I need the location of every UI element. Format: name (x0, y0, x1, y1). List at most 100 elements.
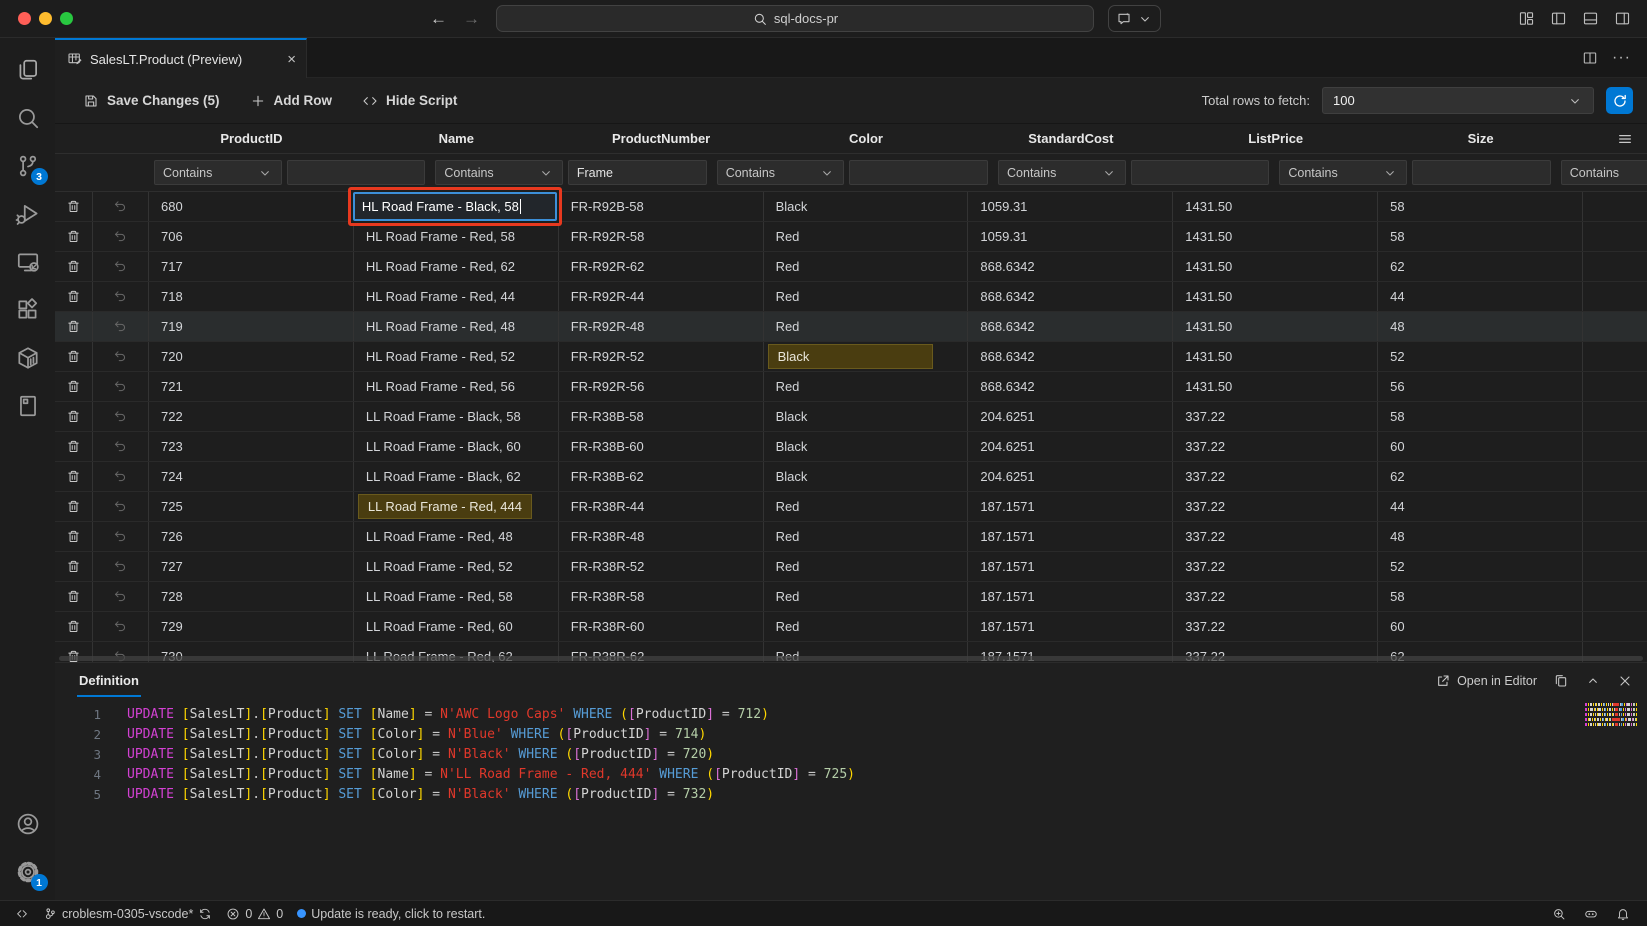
revert-row-button[interactable] (93, 282, 149, 311)
branch-indicator[interactable]: croblesm-0305-vscode* (36, 907, 219, 921)
traffic-lights[interactable] (18, 12, 73, 25)
forward-button[interactable]: → (463, 9, 480, 29)
grid-cell[interactable]: Red (764, 582, 969, 611)
grid-cell[interactable]: 717 (149, 252, 354, 281)
grid-cell[interactable]: 62 (1378, 462, 1583, 491)
grid-cell[interactable]: 706 (149, 222, 354, 251)
revert-row-button[interactable] (93, 492, 149, 521)
grid-cell[interactable]: 719 (149, 312, 354, 341)
grid-cell[interactable]: 204.6251 (968, 432, 1173, 461)
editor-actions-menu[interactable]: ··· (1612, 49, 1631, 67)
grid-cell[interactable]: FR-R38R-60 (559, 612, 764, 641)
revert-row-button[interactable] (93, 372, 149, 401)
grid-cell[interactable]: 58 (1378, 402, 1583, 431)
grid-cell[interactable]: Red (764, 522, 969, 551)
table-row[interactable]: 728LL Road Frame - Red, 58FR-R38R-58Red1… (55, 582, 1647, 612)
grid-cell[interactable]: HL Road Frame - Red, 58 (354, 222, 559, 251)
grid-cell[interactable]: 1431.50 (1173, 312, 1378, 341)
toggle-primary-sidebar-button[interactable] (1550, 10, 1567, 27)
grid-cell[interactable]: FR-R38B-62 (559, 462, 764, 491)
grid-cell[interactable]: 728 (149, 582, 354, 611)
delete-row-button[interactable] (55, 522, 93, 551)
minimap[interactable] (1585, 703, 1637, 726)
zoom-button[interactable] (1545, 907, 1573, 921)
horizontal-scrollbar[interactable] (59, 656, 1643, 661)
table-row[interactable]: 722LL Road Frame - Black, 58FR-R38B-58Bl… (55, 402, 1647, 432)
grid-cell[interactable]: 680 (149, 192, 354, 221)
grid-cell[interactable]: 52 (1378, 552, 1583, 581)
grid-cell[interactable]: FR-R38R-48 (559, 522, 764, 551)
grid-cell[interactable]: 718 (149, 282, 354, 311)
table-row[interactable]: 706HL Road Frame - Red, 58FR-R92R-58Red1… (55, 222, 1647, 252)
grid-cell[interactable]: FR-R38R-52 (559, 552, 764, 581)
sql-code[interactable]: 1UPDATE [SalesLT].[Product] SET [Name] =… (55, 698, 1647, 900)
delete-row-button[interactable] (55, 342, 93, 371)
chat-button[interactable] (1108, 5, 1161, 32)
grid-cell[interactable]: 187.1571 (968, 552, 1173, 581)
maximize-window-button[interactable] (60, 12, 73, 25)
grid-cell[interactable]: HL Road Frame - Red, 56 (354, 372, 559, 401)
grid-cell[interactable]: HL Road Frame - Red, 52 (354, 342, 559, 371)
delete-row-button[interactable] (55, 312, 93, 341)
sidebar-item-notebooks[interactable] (4, 382, 52, 430)
grid-cell[interactable]: Red (764, 252, 969, 281)
toggle-secondary-sidebar-button[interactable] (1614, 10, 1631, 27)
grid-cell[interactable]: FR-R92R-56 (559, 372, 764, 401)
grid-cell[interactable]: FR-R38B-60 (559, 432, 764, 461)
grid-cell[interactable]: 729 (149, 612, 354, 641)
close-tab-button[interactable]: × (287, 51, 296, 68)
copy-button[interactable] (1553, 673, 1569, 689)
revert-row-button[interactable] (93, 582, 149, 611)
copilot-button[interactable] (1577, 907, 1605, 921)
delete-row-button[interactable] (55, 402, 93, 431)
grid-cell[interactable]: FR-R38R-44 (559, 492, 764, 521)
grid-cell[interactable]: 1431.50 (1173, 342, 1378, 371)
grid-cell[interactable]: Red (764, 492, 969, 521)
delete-row-button[interactable] (55, 582, 93, 611)
revert-row-button[interactable] (93, 432, 149, 461)
grid-cell[interactable]: FR-R38B-58 (559, 402, 764, 431)
filter-input-standardcost[interactable] (1412, 160, 1551, 185)
grid-cell[interactable]: 204.6251 (968, 402, 1173, 431)
customize-layout-button[interactable] (1518, 10, 1535, 27)
grid-cell[interactable]: 187.1571 (968, 582, 1173, 611)
grid-cell[interactable]: 1059.31 (968, 192, 1173, 221)
accounts-button[interactable] (4, 800, 52, 848)
grid-cell[interactable]: 44 (1378, 492, 1583, 521)
grid-cell[interactable]: Red (764, 372, 969, 401)
column-header-productid[interactable]: ProductID (149, 124, 354, 153)
sidebar-item-source-control[interactable]: 3 (4, 142, 52, 190)
revert-row-button[interactable] (93, 312, 149, 341)
grid-cell[interactable]: 868.6342 (968, 282, 1173, 311)
table-row[interactable]: 727LL Road Frame - Red, 52FR-R38R-52Red1… (55, 552, 1647, 582)
filter-operator-productnumber[interactable]: Contains (717, 160, 845, 185)
filter-input-name[interactable] (568, 160, 707, 185)
grid-cell[interactable]: LL Road Frame - Red, 52 (354, 552, 559, 581)
grid-cell[interactable]: LL Road Frame - Red, 444 (354, 492, 559, 521)
grid-cell-editing[interactable]: HL Road Frame - Black, 58 (354, 192, 559, 221)
grid-cell[interactable]: 60 (1378, 432, 1583, 461)
column-header-name[interactable]: Name (354, 124, 559, 153)
grid-cell[interactable]: 187.1571 (968, 492, 1173, 521)
grid-cell[interactable]: 723 (149, 432, 354, 461)
back-button[interactable]: ← (430, 9, 447, 29)
update-ready-message[interactable]: Update is ready, click to restart. (290, 907, 492, 921)
grid-cell[interactable]: 721 (149, 372, 354, 401)
grid-cell[interactable]: HL Road Frame - Red, 44 (354, 282, 559, 311)
grid-cell[interactable]: LL Road Frame - Black, 58 (354, 402, 559, 431)
grid-cell[interactable]: Black (764, 462, 969, 491)
minimize-window-button[interactable] (39, 12, 52, 25)
grid-cell[interactable]: Black (764, 432, 969, 461)
notifications-button[interactable] (1609, 907, 1637, 921)
grid-cell[interactable]: 48 (1378, 522, 1583, 551)
grid-cell[interactable]: Black (764, 402, 969, 431)
column-header-color[interactable]: Color (764, 124, 969, 153)
table-row[interactable]: 721HL Road Frame - Red, 56FR-R92R-56Red8… (55, 372, 1647, 402)
grid-cell[interactable]: 722 (149, 402, 354, 431)
grid-cell[interactable]: 337.22 (1173, 552, 1378, 581)
grid-cell[interactable]: 52 (1378, 342, 1583, 371)
sidebar-item-remote-explorer[interactable] (4, 238, 52, 286)
grid-cell[interactable]: LL Road Frame - Black, 60 (354, 432, 559, 461)
grid-cell[interactable]: LL Road Frame - Red, 60 (354, 612, 559, 641)
delete-row-button[interactable] (55, 612, 93, 641)
